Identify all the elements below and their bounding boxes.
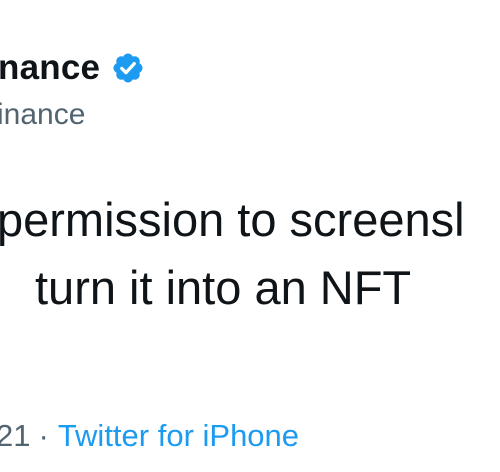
tweet-card: nance inance permission to screensl turn… — [0, 0, 500, 472]
author-handle[interactable]: inance — [0, 98, 85, 132]
tweet-text: permission to screensl turn it into an N… — [0, 186, 500, 322]
tweet-text-line: permission to screensl — [0, 193, 465, 246]
tweet-source-link[interactable]: Twitter for iPhone — [58, 418, 299, 453]
tweet-timestamp[interactable]: 21 — [0, 418, 30, 453]
tweet-metadata: 21 · Twitter for iPhone — [0, 412, 299, 460]
author-row: nance — [0, 44, 145, 92]
separator-dot: · — [38, 418, 49, 453]
tweet-text-line: turn it into an NFT — [35, 261, 412, 314]
verified-badge-icon — [111, 51, 145, 85]
author-display-name[interactable]: nance — [0, 48, 100, 88]
